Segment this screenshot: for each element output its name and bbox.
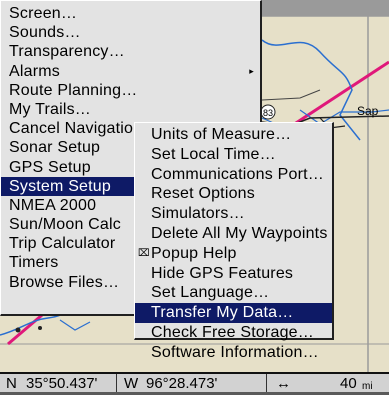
status-bar: N 35°50.437' W 96°28.473' ↔ 40 mi xyxy=(0,372,389,392)
submenu-item-label: Delete All My Waypoints xyxy=(151,224,328,242)
menu-item-label: Screen… xyxy=(9,5,78,22)
longitude-direction: W xyxy=(124,375,139,392)
submenu-item-label: Simulators… xyxy=(151,205,245,223)
highway-shield-label: 83 xyxy=(263,108,273,118)
scale-value: 40 xyxy=(340,375,357,392)
town-label: Sap xyxy=(357,104,379,118)
scale-units: mi xyxy=(362,381,373,392)
submenu-item-set-local-time[interactable]: Set Local Time… xyxy=(135,145,332,165)
menu-item-label: Transparency… xyxy=(9,43,125,61)
menu-item-label: GPS Setup xyxy=(9,158,91,176)
menu-item-label: Sun/Moon Calc xyxy=(9,216,121,234)
submenu-item-software-information[interactable]: Software Information… xyxy=(135,343,332,363)
status-divider xyxy=(266,374,267,392)
submenu-item-label: Set Language… xyxy=(151,284,270,302)
menu-item-sounds[interactable]: Sounds… xyxy=(1,23,260,42)
menu-item-label: Sonar Setup xyxy=(9,139,101,157)
menu-item-transparency[interactable]: Transparency… xyxy=(1,42,260,61)
longitude-value: 96°28.473' xyxy=(146,375,218,392)
submenu-item-label: Transfer My Data… xyxy=(151,304,294,322)
menu-item-route-planning[interactable]: Route Planning… xyxy=(1,81,260,100)
menu-item-screen[interactable]: Screen… xyxy=(1,4,260,23)
menu-item-alarms[interactable]: Alarms ▸ xyxy=(1,62,260,81)
submenu-item-transfer-my-data[interactable]: Transfer My Data… xyxy=(135,303,332,323)
menu-item-label: Cancel Navigation xyxy=(9,120,143,138)
status-divider xyxy=(116,374,117,392)
system-setup-submenu: Units of Measure… Set Local Time… Commun… xyxy=(134,122,334,361)
submenu-item-units-of-measure[interactable]: Units of Measure… xyxy=(135,125,332,145)
submenu-item-label: Set Local Time… xyxy=(151,145,276,163)
submenu-item-delete-all-waypoints[interactable]: Delete All My Waypoints xyxy=(135,224,332,244)
submenu-item-label: Popup Help xyxy=(151,244,237,262)
menu-item-label: My Trails… xyxy=(9,100,91,118)
menu-item-label: Route Planning… xyxy=(9,81,138,99)
checkmark-icon: ⌧ xyxy=(138,247,150,259)
menu-item-label: NMEA 2000 xyxy=(9,196,97,214)
submenu-item-hide-gps-features[interactable]: Hide GPS Features xyxy=(135,264,332,284)
submenu-item-simulators[interactable]: Simulators… xyxy=(135,204,332,224)
menu-item-label: Trip Calculator xyxy=(9,235,116,253)
submenu-arrow-icon: ▸ xyxy=(249,65,254,76)
menu-item-label: Alarms xyxy=(9,62,60,80)
latitude-direction: N xyxy=(6,375,17,392)
submenu-item-label: Reset Options xyxy=(151,185,255,203)
submenu-item-reset-options[interactable]: Reset Options xyxy=(135,184,332,204)
submenu-item-label: Hide GPS Features xyxy=(151,264,294,282)
menu-item-label: Timers xyxy=(9,254,59,272)
submenu-item-check-free-storage[interactable]: Check Free Storage… xyxy=(135,323,332,343)
menu-item-label: System Setup xyxy=(9,177,112,195)
horizontal-arrows-icon: ↔ xyxy=(276,375,291,392)
menu-item-my-trails[interactable]: My Trails… xyxy=(1,100,260,119)
submenu-item-label: Units of Measure… xyxy=(151,126,292,143)
submenu-item-popup-help[interactable]: ⌧ Popup Help xyxy=(135,244,332,264)
menu-item-label: Sounds… xyxy=(9,24,81,42)
latitude-value: 35°50.437' xyxy=(26,375,98,392)
submenu-item-label: Communications Port… xyxy=(151,165,324,183)
submenu-item-communications-port[interactable]: Communications Port… xyxy=(135,165,332,185)
submenu-item-label: Software Information… xyxy=(151,343,319,361)
submenu-item-set-language[interactable]: Set Language… xyxy=(135,283,332,303)
menu-item-label: Browse Files… xyxy=(9,273,120,291)
submenu-item-label: Check Free Storage… xyxy=(151,323,314,341)
